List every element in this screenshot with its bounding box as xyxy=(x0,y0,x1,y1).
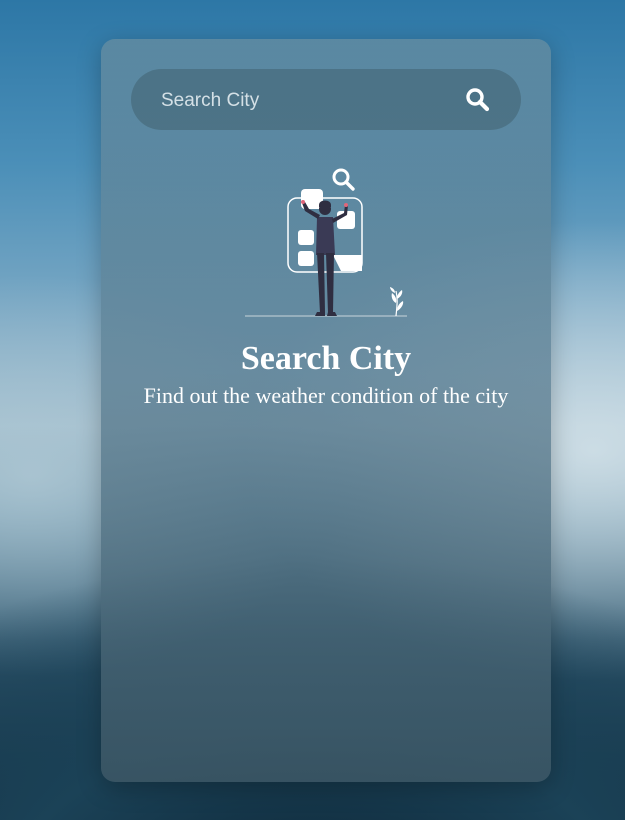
plant-icon xyxy=(390,287,404,317)
person-searching-illustration xyxy=(245,168,407,317)
weather-card: Search City Find out the weather conditi… xyxy=(101,39,551,782)
search-input[interactable] xyxy=(159,69,453,132)
magnifier-icon xyxy=(332,168,355,191)
search-bar xyxy=(131,69,521,132)
page-title: Search City xyxy=(240,340,412,377)
search-button[interactable] xyxy=(463,85,493,115)
search-icon xyxy=(466,88,490,112)
page-subtitle: Find out the weather condition of the ci… xyxy=(143,383,509,408)
